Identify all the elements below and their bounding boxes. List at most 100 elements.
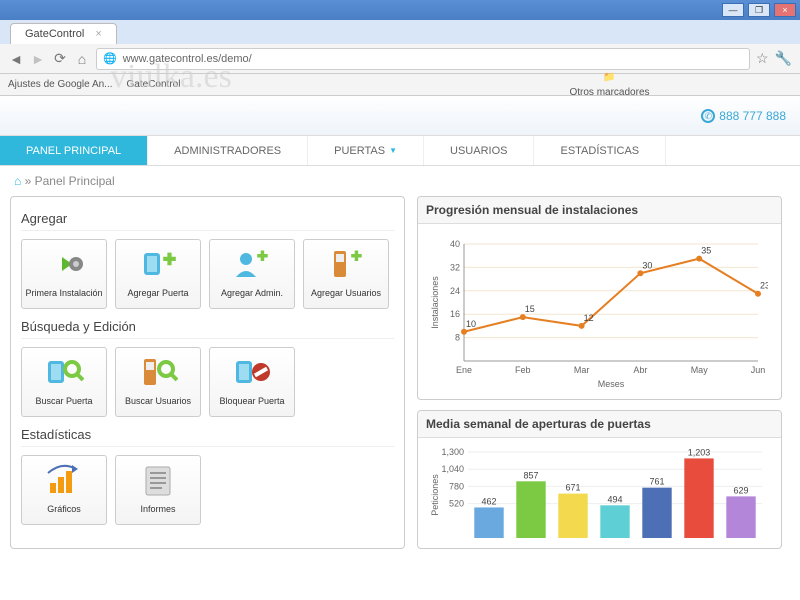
close-window-button[interactable]: × [774, 3, 796, 17]
phone-search-icon [118, 354, 198, 390]
bookmark-star-icon[interactable]: ☆ [756, 50, 769, 67]
svg-text:780: 780 [449, 481, 464, 491]
phone-number: ✆ 888 777 888 [701, 109, 786, 123]
svg-text:15: 15 [525, 304, 535, 314]
forward-icon[interactable]: ► [30, 51, 46, 67]
svg-text:30: 30 [642, 260, 652, 270]
phone-plus-icon [306, 246, 386, 282]
door-block-icon [212, 354, 292, 390]
svg-text:35: 35 [701, 246, 711, 256]
card-label: Primera Instalación [24, 282, 104, 304]
card-label: Agregar Usuarios [306, 282, 386, 304]
folder-icon: 📁 [603, 72, 615, 83]
svg-text:Feb: Feb [515, 365, 531, 375]
bookmark-item[interactable]: Ajustes de Google An... [8, 79, 113, 90]
svg-text:Ene: Ene [456, 365, 472, 375]
chevron-down-icon: ▼ [389, 136, 397, 166]
nav-usuarios[interactable]: USUARIOS [424, 136, 534, 165]
card-report[interactable]: Informes [115, 455, 201, 525]
svg-text:12: 12 [584, 313, 594, 323]
section-title-busqueda: Búsqueda y Edición [21, 319, 394, 339]
svg-text:857: 857 [523, 470, 538, 480]
card-label: Buscar Usuarios [118, 390, 198, 412]
card-label: Buscar Puerta [24, 390, 104, 412]
svg-text:Jun: Jun [751, 365, 766, 375]
card-label: Gráficos [24, 498, 104, 520]
left-panel: Agregar Primera Instalación Agregar Puert… [10, 196, 405, 549]
svg-text:Peticiones: Peticiones [430, 474, 440, 516]
main-nav: PANEL PRINCIPAL ADMINISTRADORES PUERTAS▼… [0, 136, 800, 166]
breadcrumb-home-icon[interactable]: ⌂ [14, 174, 21, 188]
svg-text:629: 629 [733, 485, 748, 495]
chart-aperturas: Media semanal de aperturas de puertas 52… [417, 410, 782, 549]
svg-text:23: 23 [760, 281, 768, 291]
bookmark-item[interactable]: GateControl [127, 79, 181, 90]
svg-text:Abr: Abr [633, 365, 647, 375]
report-icon [118, 462, 198, 498]
tab-strip: GateControl × [0, 20, 800, 44]
chart-title: Media semanal de aperturas de puertas [418, 411, 781, 438]
svg-text:8: 8 [455, 333, 460, 343]
address-bar: ◄ ► ⟳ ⌂ 🌐 www.gatecontrol.es/demo/ ☆ 🔧 [0, 44, 800, 74]
wrench-icon[interactable]: 🔧 [775, 50, 792, 67]
svg-text:Mar: Mar [574, 365, 590, 375]
bars-arrow-icon [24, 462, 104, 498]
url-text: www.gatecontrol.es/demo/ [123, 53, 252, 65]
svg-text:May: May [691, 365, 709, 375]
back-icon[interactable]: ◄ [8, 51, 24, 67]
door-plus-icon [118, 246, 198, 282]
door-search-icon [24, 354, 104, 390]
card-phone-search[interactable]: Buscar Usuarios [115, 347, 201, 417]
section-title-estadisticas: Estadísticas [21, 427, 394, 447]
tab-title: GateControl [25, 28, 84, 40]
bookmark-bar: Ajustes de Google An... GateControl 📁 Ot… [0, 74, 800, 96]
user-plus-icon [212, 246, 292, 282]
card-bars-arrow[interactable]: Gráficos [21, 455, 107, 525]
card-label: Informes [118, 498, 198, 520]
svg-text:494: 494 [607, 494, 622, 504]
arrow-gear-icon [24, 246, 104, 282]
card-door-search[interactable]: Buscar Puerta [21, 347, 107, 417]
home-icon[interactable]: ⌂ [74, 51, 90, 67]
card-arrow-gear[interactable]: Primera Instalación [21, 239, 107, 309]
card-phone-plus[interactable]: Agregar Usuarios [303, 239, 389, 309]
svg-text:462: 462 [481, 496, 496, 506]
nav-administradores[interactable]: ADMINISTRADORES [148, 136, 308, 165]
svg-text:1,203: 1,203 [688, 448, 711, 457]
other-bookmarks[interactable]: 📁 Otros marcadores [427, 72, 792, 98]
card-label: Bloquear Puerta [212, 390, 292, 412]
svg-text:10: 10 [466, 319, 476, 329]
card-label: Agregar Puerta [118, 282, 198, 304]
card-label: Agregar Admin. [212, 282, 292, 304]
svg-text:Instalaciones: Instalaciones [430, 276, 440, 329]
window-titlebar: — ❐ × [0, 0, 800, 20]
chart-instalaciones: Progresión mensual de instalaciones 8 16 2… [417, 196, 782, 400]
svg-text:24: 24 [450, 286, 460, 296]
globe-icon: 🌐 [103, 52, 117, 65]
svg-text:761: 761 [649, 477, 664, 487]
reload-icon[interactable]: ⟳ [52, 51, 68, 67]
svg-text:40: 40 [450, 239, 460, 249]
card-door-block[interactable]: Bloquear Puerta [209, 347, 295, 417]
card-user-plus[interactable]: Agregar Admin. [209, 239, 295, 309]
svg-text:16: 16 [450, 309, 460, 319]
svg-text:1,040: 1,040 [441, 464, 464, 474]
browser-tab[interactable]: GateControl × [10, 23, 117, 44]
svg-text:1,300: 1,300 [441, 448, 464, 457]
url-input[interactable]: 🌐 www.gatecontrol.es/demo/ [96, 48, 750, 70]
svg-text:32: 32 [450, 262, 460, 272]
card-door-plus[interactable]: Agregar Puerta [115, 239, 201, 309]
breadcrumb: ⌂ » Panel Principal [0, 166, 800, 196]
nav-estadisticas[interactable]: ESTADÍSTICAS [534, 136, 666, 165]
svg-text:520: 520 [449, 499, 464, 509]
section-title-agregar: Agregar [21, 211, 394, 231]
maximize-button[interactable]: ❐ [748, 3, 770, 17]
svg-text:Meses: Meses [598, 379, 625, 389]
nav-puertas[interactable]: PUERTAS▼ [308, 136, 424, 165]
minimize-button[interactable]: — [722, 3, 744, 17]
phone-icon: ✆ [701, 109, 715, 123]
top-banner: ✆ 888 777 888 [0, 96, 800, 136]
chart-title: Progresión mensual de instalaciones [418, 197, 781, 224]
close-tab-icon[interactable]: × [95, 28, 101, 40]
nav-panel-principal[interactable]: PANEL PRINCIPAL [0, 136, 148, 165]
